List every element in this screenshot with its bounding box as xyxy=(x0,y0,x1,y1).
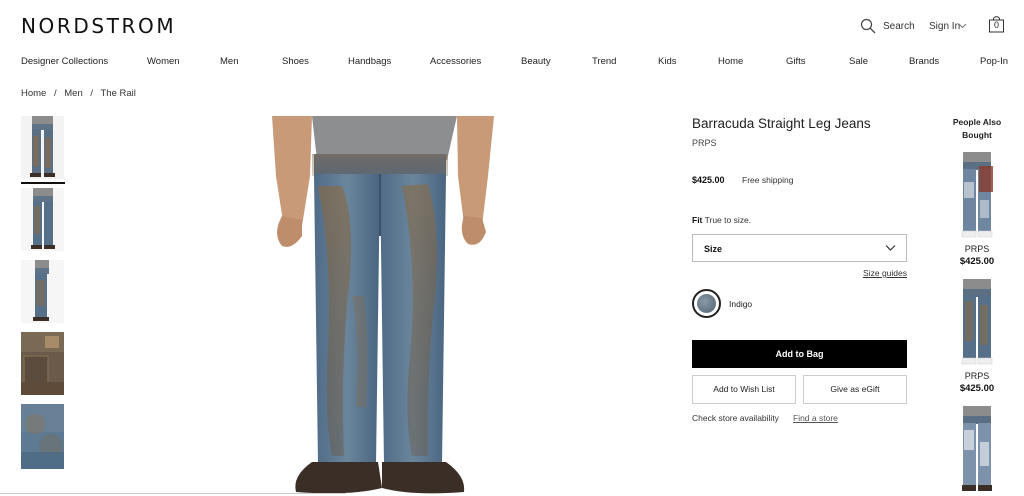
breadcrumb-separator: / xyxy=(90,88,94,99)
nav-item-gifts[interactable]: Gifts xyxy=(786,56,806,67)
thumbnail-side[interactable] xyxy=(21,260,64,323)
search-icon[interactable] xyxy=(860,18,876,34)
thumbnail-fabric-detail[interactable] xyxy=(21,404,64,469)
nav-item-beauty[interactable]: Beauty xyxy=(521,56,551,67)
main-navigation: Designer Collections Women Men Shoes Han… xyxy=(0,56,1024,70)
breadcrumb: Home / Men / The Rail xyxy=(21,88,136,99)
nav-item-designer-collections[interactable]: Designer Collections xyxy=(21,56,108,67)
breadcrumb-men[interactable]: Men xyxy=(64,88,82,99)
nav-item-sale[interactable]: Sale xyxy=(849,56,868,67)
breadcrumb-separator: / xyxy=(53,88,57,99)
also-bought-image-3[interactable] xyxy=(953,406,1001,496)
chevron-down-icon[interactable] xyxy=(958,23,967,29)
add-to-bag-button[interactable]: Add to Bag xyxy=(692,340,907,368)
thumbnail-back-pocket[interactable] xyxy=(21,332,64,395)
thumbnail-front[interactable] xyxy=(21,116,64,179)
also-bought-image-2[interactable] xyxy=(953,279,1001,369)
nav-item-pop-in[interactable]: Pop-In xyxy=(980,56,1008,67)
nav-item-women[interactable]: Women xyxy=(147,56,180,67)
search-link[interactable]: Search xyxy=(883,21,915,32)
nav-item-kids[interactable]: Kids xyxy=(658,56,676,67)
page-divider xyxy=(0,493,345,494)
find-a-store-link[interactable]: Find a store xyxy=(793,413,838,423)
also-bought-price-1: $425.00 xyxy=(959,256,995,267)
product-brand[interactable]: PRPS xyxy=(692,138,717,148)
breadcrumb-the-rail[interactable]: The Rail xyxy=(101,88,136,99)
also-bought-image-1[interactable] xyxy=(953,152,1001,242)
nordstrom-logo[interactable]: NORDSTROM xyxy=(21,14,176,38)
people-also-bought-title: People Also Bought xyxy=(952,117,1002,140)
add-to-wish-list-button[interactable]: Add to Wish List xyxy=(692,375,796,404)
nav-item-shoes[interactable]: Shoes xyxy=(282,56,309,67)
fit-label: Fit xyxy=(692,215,703,225)
product-title: Barracuda Straight Leg Jeans xyxy=(692,116,871,131)
nav-item-handbags[interactable]: Handbags xyxy=(348,56,391,67)
size-guides-link[interactable]: Size guides xyxy=(863,268,907,278)
nav-item-men[interactable]: Men xyxy=(220,56,238,67)
fit-info: Fit True to size. xyxy=(692,215,751,225)
fit-value: True to size. xyxy=(704,215,752,225)
product-price: $425.00 xyxy=(692,175,725,185)
also-bought-brand-1[interactable]: PRPS xyxy=(945,244,1009,254)
nav-item-home[interactable]: Home xyxy=(718,56,743,67)
bag-count: 0 xyxy=(993,20,999,30)
size-select[interactable]: Size xyxy=(692,234,907,262)
thumbnail-selected-indicator xyxy=(21,182,65,184)
thumbnail-angle[interactable] xyxy=(21,188,64,251)
size-select-label: Size xyxy=(704,244,723,254)
breadcrumb-home[interactable]: Home xyxy=(21,88,46,99)
color-name: Indigo xyxy=(729,299,753,309)
give-as-egift-button[interactable]: Give as eGift xyxy=(803,375,907,404)
site-header: NORDSTROM Search Sign In 0 xyxy=(0,0,1024,52)
also-bought-price-2: $425.00 xyxy=(959,383,995,394)
chevron-down-icon xyxy=(885,245,896,251)
main-product-image[interactable] xyxy=(232,116,687,496)
nav-item-brands[interactable]: Brands xyxy=(909,56,939,67)
also-bought-brand-2[interactable]: PRPS xyxy=(945,371,1009,381)
nav-item-accessories[interactable]: Accessories xyxy=(430,56,481,67)
color-swatch-indigo[interactable] xyxy=(692,289,721,318)
sign-in-link[interactable]: Sign In xyxy=(929,21,960,32)
swatch-fill xyxy=(697,294,716,313)
store-availability-text: Check store availability xyxy=(692,413,779,423)
nav-item-trend[interactable]: Trend xyxy=(592,56,616,67)
shipping-info: Free shipping xyxy=(742,175,794,185)
